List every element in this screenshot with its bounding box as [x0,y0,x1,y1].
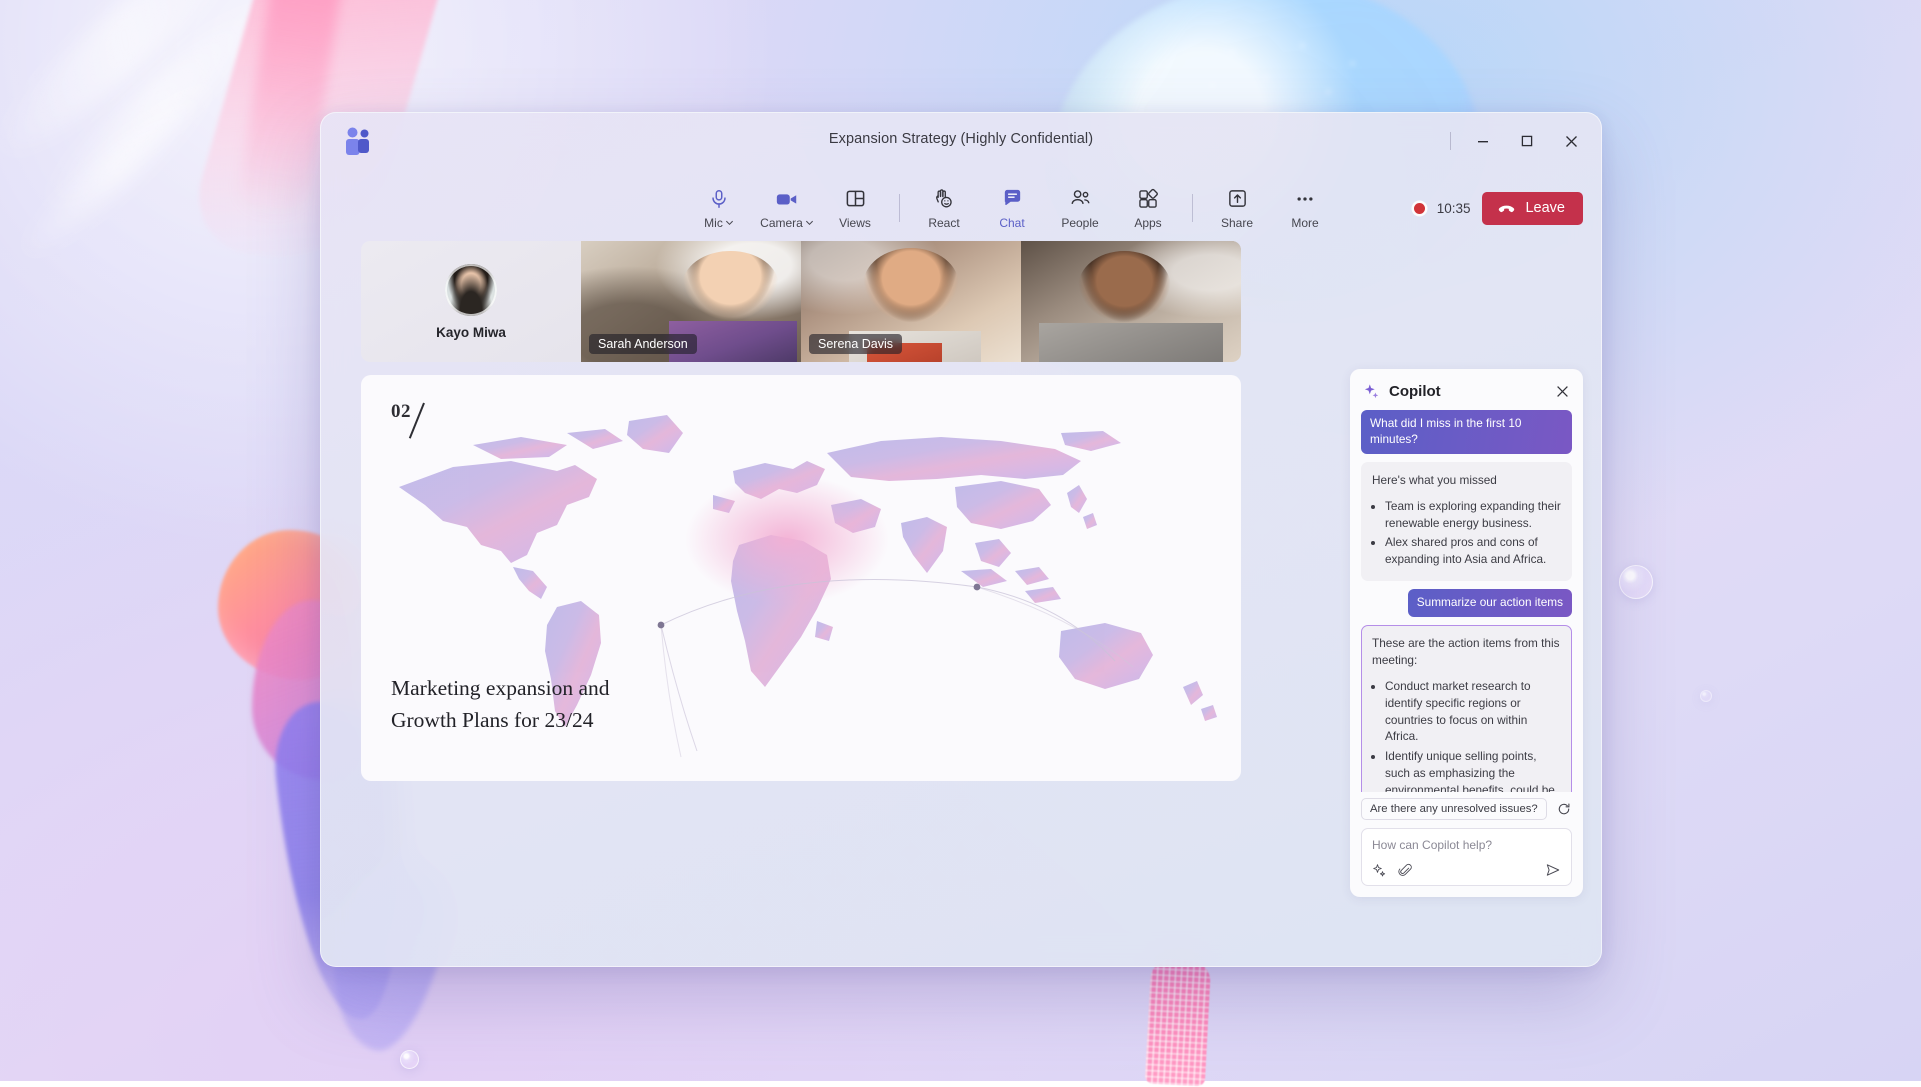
slide-title-text: Marketing expansion and Growth Plans for… [391,672,621,737]
copilot-assistant-message: Here's what you missed Team is exploring… [1361,462,1572,581]
list-item: Alex shared pros and cons of expanding i… [1385,534,1561,568]
bg-bubble [400,1050,419,1069]
copilot-input-actions [1372,862,1561,878]
refresh-icon[interactable] [1554,799,1574,819]
close-icon[interactable] [1554,383,1571,400]
teams-meeting-window: Expansion Strategy (Highly Confidential) [320,112,1602,967]
window-title: Expansion Strategy (Highly Confidential) [321,131,1601,147]
copilot-user-message: Summarize our action items [1408,589,1572,617]
chevron-down-icon [725,218,734,227]
participant-name-label: Sarah Anderson [589,334,697,354]
toolbar-item-camera[interactable]: Camera [753,184,821,233]
copilot-message-intro: These are the action items from this mee… [1372,635,1561,669]
bg-pink-mesh [1145,959,1211,1087]
copilot-message-bullets: Team is exploring expanding their renewa… [1385,498,1561,568]
toolbar-item-apps-label: Apps [1134,216,1161,230]
toolbar-item-react[interactable]: React [910,184,978,233]
toolbar-item-apps[interactable]: Apps [1114,184,1182,233]
copilot-input-placeholder: How can Copilot help? [1372,838,1561,852]
copilot-sparkle-icon [1363,383,1380,400]
copilot-panel: Copilot What did I miss in the first 10 … [1350,369,1583,897]
close-icon[interactable] [1549,121,1593,161]
avatar [445,264,497,316]
microphone-icon [708,187,730,211]
list-item: Conduct market research to identify spec… [1385,678,1561,745]
leave-button-label: Leave [1525,200,1565,216]
copilot-message-intro: Here's what you missed [1372,472,1561,489]
more-ellipsis-icon [1294,187,1316,211]
copilot-header: Copilot [1350,369,1583,410]
paperclip-icon[interactable] [1398,863,1413,878]
toolbar-items: Mic Camera [685,184,1339,233]
list-item: Identify unique selling points, such as … [1385,748,1561,792]
participant-tile[interactable]: Kayo Miwa [361,241,581,362]
shared-slide[interactable]: 02 [361,375,1241,781]
suggestion-chip[interactable]: Are there any unresolved issues? [1361,798,1547,820]
participant-tile[interactable]: Sarah Anderson [581,241,801,362]
copilot-conversation: What did I miss in the first 10 minutes?… [1350,410,1583,792]
camera-icon [775,187,799,211]
toolbar-item-views[interactable]: Views [821,184,889,233]
record-dot-icon [1414,203,1425,214]
chevron-down-icon [805,218,814,227]
toolbar-item-chat[interactable]: Chat [978,184,1046,233]
toolbar-item-mic[interactable]: Mic [685,184,753,233]
apps-icon [1137,187,1159,211]
copilot-title: Copilot [1389,383,1545,400]
send-icon[interactable] [1545,862,1561,878]
react-hand-icon [933,187,955,211]
share-up-icon [1227,187,1248,211]
copilot-input-box[interactable]: How can Copilot help? [1361,828,1572,886]
toolbar-item-people[interactable]: People [1046,184,1114,233]
toolbar-item-more-label: More [1291,216,1318,230]
title-bar: Expansion Strategy (Highly Confidential) [321,113,1601,175]
participant-video-strip: Kayo Miwa Sarah Anderson Serena Davis [361,241,1241,362]
copilot-assistant-message-generating: These are the action items from this mee… [1361,625,1572,792]
hangup-phone-icon [1497,199,1516,218]
recording-timer: 10:35 [1437,201,1471,216]
bg-bubble [1700,690,1712,702]
toolbar-item-share-label: Share [1221,216,1253,230]
chat-bubble-icon [1001,187,1024,211]
toolbar-item-views-label: Views [839,216,871,230]
copilot-message-bullets: Conduct market research to identify spec… [1385,678,1561,792]
participant-name: Kayo Miwa [436,325,506,340]
toolbar-item-share[interactable]: Share [1203,184,1271,233]
people-icon [1069,187,1092,211]
slide-title: Marketing expansion and Growth Plans for… [391,672,621,737]
meeting-stage: Kayo Miwa Sarah Anderson Serena Davis [321,241,1601,966]
toolbar-right-group: 10:35 Leave [1414,192,1583,225]
list-item: Team is exploring expanding their renewa… [1385,498,1561,532]
copilot-suggestions-row: Are there any unresolved issues? [1361,798,1572,820]
leave-button[interactable]: Leave [1482,192,1583,225]
toolbar-item-more[interactable]: More [1271,184,1339,233]
toolbar-item-chat-label: Chat [999,216,1024,230]
toolbar-divider [1192,194,1193,222]
toolbar-item-react-label: React [928,216,959,230]
participant-tile[interactable] [1021,241,1241,362]
toolbar-item-camera-label: Camera [760,216,803,230]
maximize-icon[interactable] [1505,121,1549,161]
participant-tile[interactable]: Serena Davis [801,241,1021,362]
meeting-toolbar: Mic Camera [321,175,1601,241]
list-item-text: Identify unique selling points, such as … [1385,749,1555,792]
copilot-user-message: What did I miss in the first 10 minutes? [1361,410,1572,454]
window-controls-divider [1450,132,1451,150]
participant-name-label: Serena Davis [809,334,902,354]
toolbar-item-mic-label: Mic [704,216,723,230]
copilot-footer: Are there any unresolved issues? How can… [1350,792,1583,897]
window-controls [1450,121,1593,161]
toolbar-item-people-label: People [1061,216,1098,230]
minimize-icon[interactable] [1461,121,1505,161]
toolbar-divider [899,194,900,222]
bg-bubble [1619,565,1653,599]
views-icon [845,187,866,211]
sparkle-icon[interactable] [1372,863,1387,878]
